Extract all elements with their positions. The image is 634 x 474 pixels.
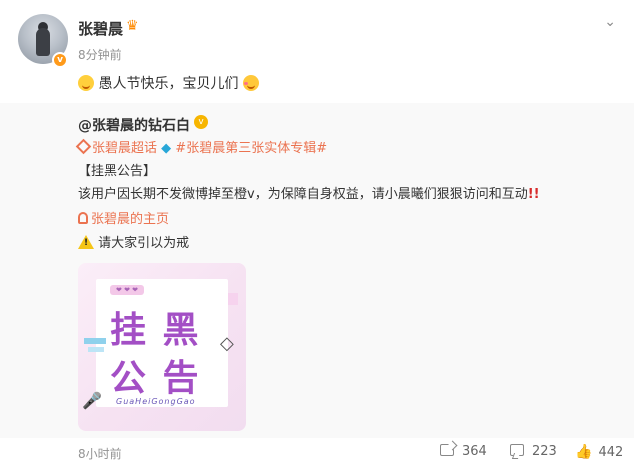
verified-badge-icon: v (52, 52, 68, 68)
repost-message: 愚人节快乐，宝贝儿们 (98, 76, 239, 92)
repost-icon (440, 444, 454, 456)
topic-link[interactable]: #张碧晨第三张实体专辑# (175, 141, 327, 156)
warning-icon: ! (78, 235, 94, 249)
warning-line: ! 请大家引以为戒 (78, 232, 189, 251)
like-button[interactable]: 👍 442 (575, 444, 623, 460)
homepage-link[interactable]: 张碧晨的主页 (78, 212, 169, 227)
poster-deco-bar (88, 347, 104, 352)
poster-card: ❤ ❤ ❤ 挂 黑 公 告 GuaHeiGongGao (96, 279, 228, 407)
supertalk-icon (75, 138, 92, 155)
poster-pinyin: GuaHeiGongGao (116, 397, 196, 406)
notice-body: 该用户因长期不发微博掉至橙v，为保障自身权益，请小晨曦们狠狠访问和互动!! (78, 187, 540, 202)
supertalk-link[interactable]: 张碧晨超话 (75, 138, 157, 156)
homepage-line: 张碧晨的主页 (78, 208, 169, 227)
gold-verified-icon: v (194, 115, 208, 129)
username[interactable]: 张碧晨 (78, 18, 123, 39)
diamond-icon: ◆ (161, 141, 172, 156)
quoted-author[interactable]: @张碧晨的钻石白 (78, 115, 190, 135)
notice-heading: 【挂黑公告】 (78, 164, 157, 179)
original-post-time[interactable]: 8小时前 (78, 445, 122, 462)
poster-deco-bar (84, 338, 106, 344)
double-exclamation-icon: !! (527, 187, 540, 202)
crown-icon: ♛ (126, 18, 139, 34)
tags-line: 张碧晨超话 ◆ #张碧晨第三张实体专辑# (75, 137, 327, 156)
poster-image[interactable]: ❤ ❤ ❤ 挂 黑 公 告 GuaHeiGongGao ◇ 🎤 (78, 263, 246, 431)
thumbs-up-icon: 👍 (575, 444, 593, 460)
comment-icon (510, 444, 524, 456)
repost-button[interactable]: 364 (440, 444, 487, 459)
repost-text: 愚人节快乐，宝贝儿们 (78, 73, 259, 93)
smile-emoji-icon (78, 75, 94, 91)
poster-title-line1: 挂 黑 (110, 310, 201, 351)
person-icon (78, 212, 88, 224)
kiss-emoji-icon (242, 75, 259, 91)
poster-deco-block (228, 293, 238, 305)
poster-tag: ❤ ❤ ❤ (110, 285, 145, 295)
chevron-down-icon[interactable]: ⌄ (604, 14, 616, 30)
microphone-icon: 🎤 (82, 391, 102, 410)
diamond-outline-icon: ◇ (220, 333, 234, 354)
poster-title-line2: 公 告 (110, 358, 201, 399)
avatar-figure-body (36, 28, 50, 56)
comment-button[interactable]: 223 (510, 444, 557, 459)
post-time[interactable]: 8分钟前 (78, 46, 122, 63)
